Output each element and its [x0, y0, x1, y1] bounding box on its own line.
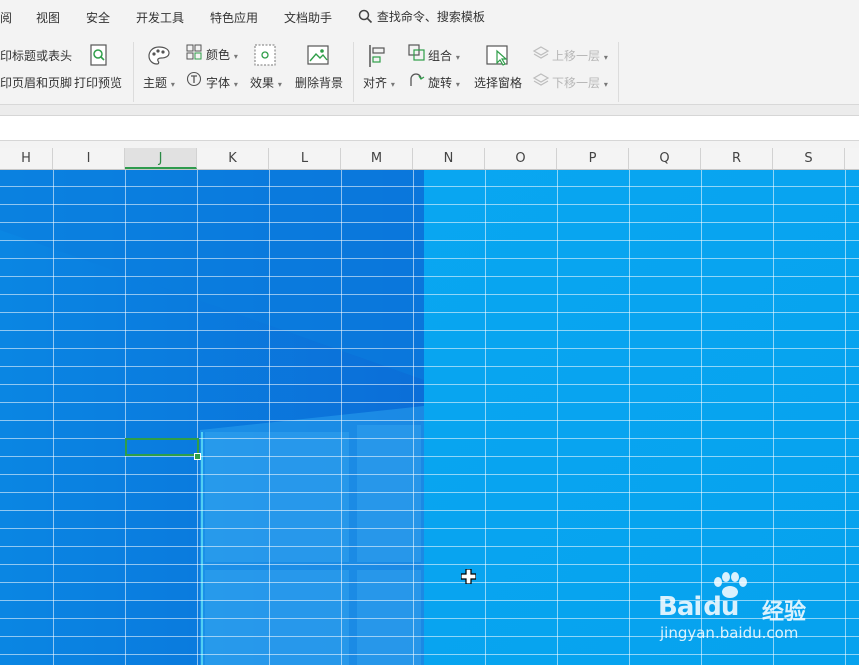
- fill-handle[interactable]: [194, 453, 201, 460]
- delete-background-button[interactable]: 删除背景: [295, 74, 343, 91]
- print-titles-button[interactable]: 印标题或表头: [0, 47, 72, 64]
- chevron-down-icon: ▾: [277, 80, 282, 89]
- chevron-down-icon: ▾: [233, 80, 238, 89]
- chevron-down-icon: ▾: [170, 80, 175, 89]
- column-header-p[interactable]: P: [557, 148, 629, 169]
- watermark-jingyan: 经验: [762, 600, 807, 625]
- chevron-down-icon: ▾: [455, 53, 460, 62]
- column-header-r[interactable]: R: [701, 148, 773, 169]
- group-icon: [408, 44, 425, 61]
- active-cell-selection[interactable]: [125, 438, 199, 456]
- menu-developer[interactable]: 开发工具: [136, 9, 184, 26]
- layers-down-icon: [532, 73, 550, 86]
- selection-pane-button[interactable]: 选择窗格: [474, 74, 522, 91]
- menu-special-apps[interactable]: 特色应用: [210, 9, 258, 26]
- chevron-down-icon: ▾: [390, 80, 395, 89]
- watermark-brand: Baidu: [658, 592, 739, 622]
- baidu-jingyan-watermark: Baidu 经验 jingyan.baidu.com: [658, 572, 858, 665]
- column-header-q[interactable]: Q: [629, 148, 701, 169]
- font-icon: [186, 71, 202, 87]
- column-header-t[interactable]: [845, 148, 859, 169]
- chevron-down-icon: ▾: [603, 53, 608, 62]
- toolbar-gap: [0, 105, 859, 115]
- column-header-n[interactable]: N: [413, 148, 485, 169]
- rotate-icon: [410, 73, 425, 86]
- column-header-k[interactable]: K: [197, 148, 269, 169]
- formula-bar[interactable]: [0, 115, 859, 141]
- color-grid-icon: [186, 44, 202, 60]
- rotate-label: 旋转: [428, 76, 453, 90]
- send-backward-button[interactable]: 下移一层 ▾: [552, 74, 608, 91]
- print-preview-icon: [90, 44, 107, 66]
- print-preview-button[interactable]: 打印预览: [74, 74, 122, 91]
- theme-button[interactable]: 主题 ▾: [143, 74, 175, 91]
- menu-review[interactable]: 阅: [0, 9, 12, 26]
- ribbon-separator: [133, 42, 134, 102]
- bring-forward-label: 上移一层: [552, 49, 601, 63]
- cell-select-cursor-icon: [461, 569, 476, 584]
- align-label: 对齐: [363, 76, 388, 90]
- theme-palette-icon: [148, 46, 170, 65]
- rotate-button[interactable]: 旋转 ▾: [428, 74, 460, 91]
- column-header-row: H I J K L M N O P Q R S: [0, 148, 859, 170]
- group-button[interactable]: 组合 ▾: [428, 47, 460, 64]
- watermark-brand-part1: Bai: [658, 592, 702, 622]
- menu-doc-assistant[interactable]: 文档助手: [284, 9, 332, 26]
- menu-view[interactable]: 视图: [36, 9, 60, 26]
- align-icon: [369, 45, 385, 67]
- delete-background-icon: [307, 45, 329, 65]
- ribbon-separator: [618, 42, 619, 102]
- menu-security[interactable]: 安全: [86, 9, 110, 26]
- chevron-down-icon: ▾: [455, 80, 460, 89]
- send-backward-label: 下移一层: [552, 76, 601, 90]
- column-header-i[interactable]: I: [53, 148, 125, 169]
- font-button[interactable]: 字体 ▾: [206, 74, 238, 91]
- header-footer-button[interactable]: 印页眉和页脚: [0, 74, 72, 91]
- column-header-l[interactable]: L: [269, 148, 341, 169]
- ribbon-separator: [353, 42, 354, 102]
- watermark-brand-part2: du: [703, 592, 739, 622]
- selection-pane-icon: [486, 45, 508, 66]
- group-label: 组合: [428, 49, 453, 63]
- theme-label: 主题: [143, 76, 168, 90]
- watermark-url: jingyan.baidu.com: [660, 624, 799, 642]
- chevron-down-icon: ▾: [603, 80, 608, 89]
- search-commands-label: 查找命令、搜索模板: [376, 10, 485, 24]
- column-header-o[interactable]: O: [485, 148, 557, 169]
- column-header-s[interactable]: S: [773, 148, 845, 169]
- align-button[interactable]: 对齐 ▾: [363, 74, 395, 91]
- ribbon-toolbar: 印标题或表头 印页眉和页脚 打印预览 主题 ▾ 颜色 ▾ 字体 ▾ 效果 ▾ 删…: [0, 32, 859, 105]
- search-commands[interactable]: 查找命令、搜索模板: [358, 8, 485, 25]
- effects-label: 效果: [250, 76, 275, 90]
- column-header-m[interactable]: M: [341, 148, 413, 169]
- chevron-down-icon: ▾: [233, 52, 238, 61]
- column-header-j[interactable]: J: [125, 148, 197, 169]
- effects-button[interactable]: 效果 ▾: [250, 74, 282, 91]
- font-label: 字体: [206, 76, 231, 90]
- bring-forward-button[interactable]: 上移一层 ▾: [552, 47, 608, 64]
- color-label: 颜色: [206, 48, 231, 62]
- search-icon: [358, 9, 373, 24]
- effects-icon: [254, 44, 276, 66]
- color-button[interactable]: 颜色 ▾: [206, 46, 238, 63]
- menu-bar: 阅 视图 安全 开发工具 特色应用 文档助手 查找命令、搜索模板: [0, 0, 859, 32]
- layers-up-icon: [532, 46, 550, 59]
- column-header-h[interactable]: H: [0, 148, 53, 169]
